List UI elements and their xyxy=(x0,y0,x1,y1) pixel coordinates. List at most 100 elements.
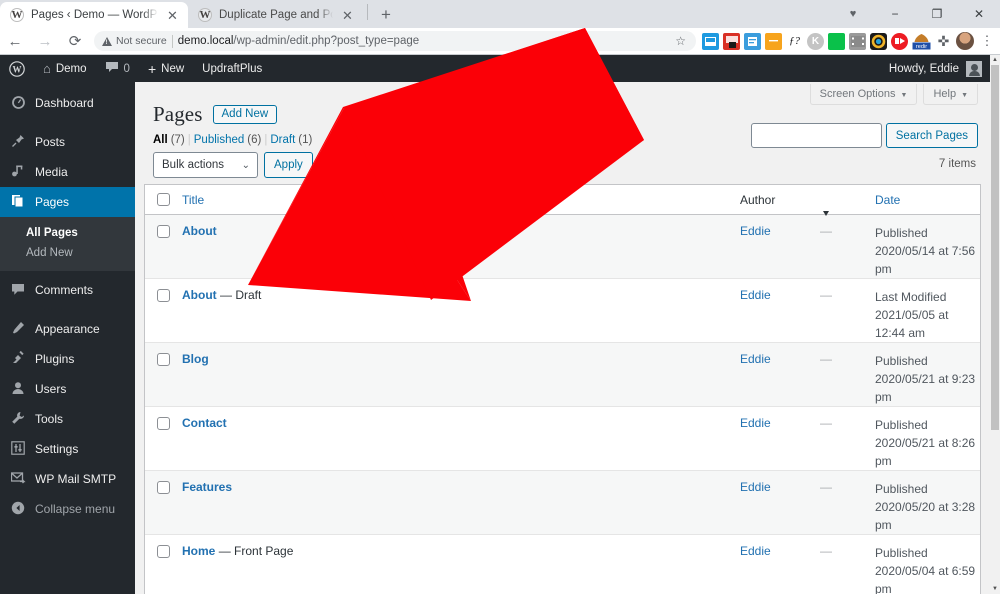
new-tab-button[interactable]: + xyxy=(372,2,400,28)
puzzle-icon[interactable]: ✜ xyxy=(935,33,952,50)
new-content-menu[interactable]: + New xyxy=(139,55,193,82)
row-author-link[interactable]: Eddie xyxy=(740,352,771,366)
select-all-cell xyxy=(145,193,182,206)
bookmark-star-icon[interactable]: ☆ xyxy=(675,34,686,48)
filter-link-all[interactable]: All xyxy=(153,134,168,146)
page-scrollbar[interactable]: ▲ ▼ xyxy=(990,55,1000,594)
apply-button[interactable]: Apply xyxy=(264,152,313,178)
sidebar-item-settings[interactable]: Settings xyxy=(0,434,135,464)
sidebar-item-label: Users xyxy=(35,382,67,396)
row-select-cell xyxy=(145,407,182,430)
pin-icon xyxy=(9,134,27,150)
row-title-link[interactable]: Home xyxy=(182,544,215,558)
row-checkbox[interactable] xyxy=(157,481,170,494)
sidebar-item-media[interactable]: Media xyxy=(0,157,135,187)
avatar[interactable] xyxy=(956,32,974,50)
close-icon[interactable]: ✕ xyxy=(165,8,180,23)
row-comments-value: — xyxy=(820,352,832,366)
row-author-link[interactable]: Eddie xyxy=(740,288,771,302)
redir-extension-icon[interactable]: redir xyxy=(912,33,931,50)
filter-link-published[interactable]: Published xyxy=(194,134,245,146)
blue-doc-extension-icon[interactable] xyxy=(744,32,761,50)
sidebar-item-wp-mail-smtp[interactable]: WP Mail SMTP xyxy=(0,464,135,494)
row-checkbox[interactable] xyxy=(157,545,170,558)
sidebar-subitem-all-pages[interactable]: All Pages xyxy=(0,223,135,243)
site-name-menu[interactable]: ⌂ Demo xyxy=(34,55,96,82)
sidebar-item-users[interactable]: Users xyxy=(0,374,135,404)
sidebar-item-pages[interactable]: Pages xyxy=(0,187,135,217)
column-header-date[interactable]: Date xyxy=(875,193,980,207)
row-comments-cell: — xyxy=(820,343,875,366)
k-circle-extension-icon[interactable]: K xyxy=(807,32,824,50)
row-date-cell: Last Modified 2021/05/05 at 12:44 am xyxy=(875,279,980,342)
sidebar-item-appearance[interactable]: Appearance xyxy=(0,314,135,344)
updraftplus-menu[interactable]: UpdraftPlus xyxy=(193,55,271,82)
record-extension-icon[interactable] xyxy=(891,32,908,50)
row-checkbox[interactable] xyxy=(157,417,170,430)
sidebar-subitem-add-new[interactable]: Add New xyxy=(0,243,135,263)
back-icon[interactable]: ← xyxy=(0,28,30,55)
address-bar[interactable]: Not secure demo.local/wp-admin/edit.php?… xyxy=(94,31,696,51)
bulk-actions-select[interactable]: Bulk actions ⌄ xyxy=(153,152,258,178)
row-checkbox[interactable] xyxy=(157,289,170,302)
screen-options-button[interactable]: Screen Options ▼ xyxy=(809,84,918,105)
row-author-link[interactable]: Eddie xyxy=(740,480,771,494)
omnibox-divider xyxy=(171,34,173,48)
sidebar-item-dashboard[interactable]: Dashboard xyxy=(0,88,135,118)
not-secure-indicator[interactable]: Not secure xyxy=(102,35,167,47)
search-input[interactable] xyxy=(750,123,882,148)
row-author-link[interactable]: Eddie xyxy=(740,224,771,238)
select-all-checkbox[interactable] xyxy=(157,193,170,206)
table-row: Features Eddie — Published 2020/05/20 at… xyxy=(145,471,980,535)
date-filter-select[interactable]: A ⌄ xyxy=(318,152,415,178)
pages-icon xyxy=(9,194,27,210)
browser-tab-strip: W Pages ‹ Demo — WordPress ✕ W Duplicate… xyxy=(0,0,1000,28)
row-author-link[interactable]: Eddie xyxy=(740,544,771,558)
red-badge-extension-icon[interactable] xyxy=(723,32,740,50)
screenshot-extension-icon[interactable] xyxy=(702,32,719,50)
browser-tab-active[interactable]: W Pages ‹ Demo — WordPress ✕ xyxy=(0,2,188,28)
browser-tab-inactive[interactable]: W Duplicate Page and Post – WordP ✕ xyxy=(188,2,363,28)
wp-logo-icon[interactable]: W xyxy=(0,55,34,82)
scrollbar-thumb[interactable] xyxy=(991,65,999,430)
row-title-link[interactable]: About xyxy=(182,224,217,238)
camera-extension-icon[interactable] xyxy=(870,32,887,50)
forward-icon[interactable]: → xyxy=(30,28,60,55)
row-title-link[interactable]: About xyxy=(182,288,217,302)
add-new-button[interactable]: Add New xyxy=(212,105,278,124)
row-checkbox[interactable] xyxy=(157,353,170,366)
row-title-link[interactable]: Contact xyxy=(182,416,227,430)
account-menu[interactable]: Howdy, Eddie xyxy=(889,60,990,77)
row-title-link[interactable]: Features xyxy=(182,480,232,494)
wp-admin-sidebar: Dashboard Posts Media Pages All Pages Ad… xyxy=(0,82,135,594)
minimize-button[interactable]: − xyxy=(874,0,916,28)
sidebar-item-comments[interactable]: Comments xyxy=(0,275,135,305)
column-header-title[interactable]: Title xyxy=(182,193,740,207)
green-square-extension-icon[interactable] xyxy=(828,32,845,50)
maximize-button[interactable]: ❐ xyxy=(916,0,958,28)
sidebar-item-posts[interactable]: Posts xyxy=(0,127,135,157)
row-date-cell: Published 2020/05/14 at 7:56 pm xyxy=(875,215,980,278)
row-title-cell: About xyxy=(182,215,740,238)
film-extension-icon[interactable] xyxy=(849,32,866,50)
reload-icon[interactable]: ⟳ xyxy=(60,28,90,55)
browser-menu-icon[interactable]: ⋮ xyxy=(978,33,996,49)
close-window-button[interactable]: ✕ xyxy=(958,0,1000,28)
heart-icon[interactable]: ♥ xyxy=(832,0,874,28)
scroll-down-icon[interactable]: ▼ xyxy=(990,584,1000,594)
scroll-up-icon[interactable]: ▲ xyxy=(990,55,1000,65)
sidebar-item-tools[interactable]: Tools xyxy=(0,404,135,434)
function-extension-icon[interactable]: ƒ? xyxy=(786,32,803,50)
row-checkbox[interactable] xyxy=(157,225,170,238)
browser-toolbar: ← → ⟳ Not secure demo.local/wp-admin/edi… xyxy=(0,28,1000,55)
filter-link-draft[interactable]: Draft xyxy=(270,134,295,146)
sidebar-item-plugins[interactable]: Plugins xyxy=(0,344,135,374)
search-pages-button[interactable]: Search Pages xyxy=(885,123,978,148)
help-button[interactable]: Help ▼ xyxy=(923,84,978,105)
collapse-menu-button[interactable]: Collapse menu xyxy=(0,494,135,524)
row-author-link[interactable]: Eddie xyxy=(740,416,771,430)
comments-menu[interactable]: 0 xyxy=(96,55,139,82)
close-icon[interactable]: ✕ xyxy=(340,8,355,23)
orange-notes-extension-icon[interactable] xyxy=(765,32,782,50)
row-title-link[interactable]: Blog xyxy=(182,352,209,366)
